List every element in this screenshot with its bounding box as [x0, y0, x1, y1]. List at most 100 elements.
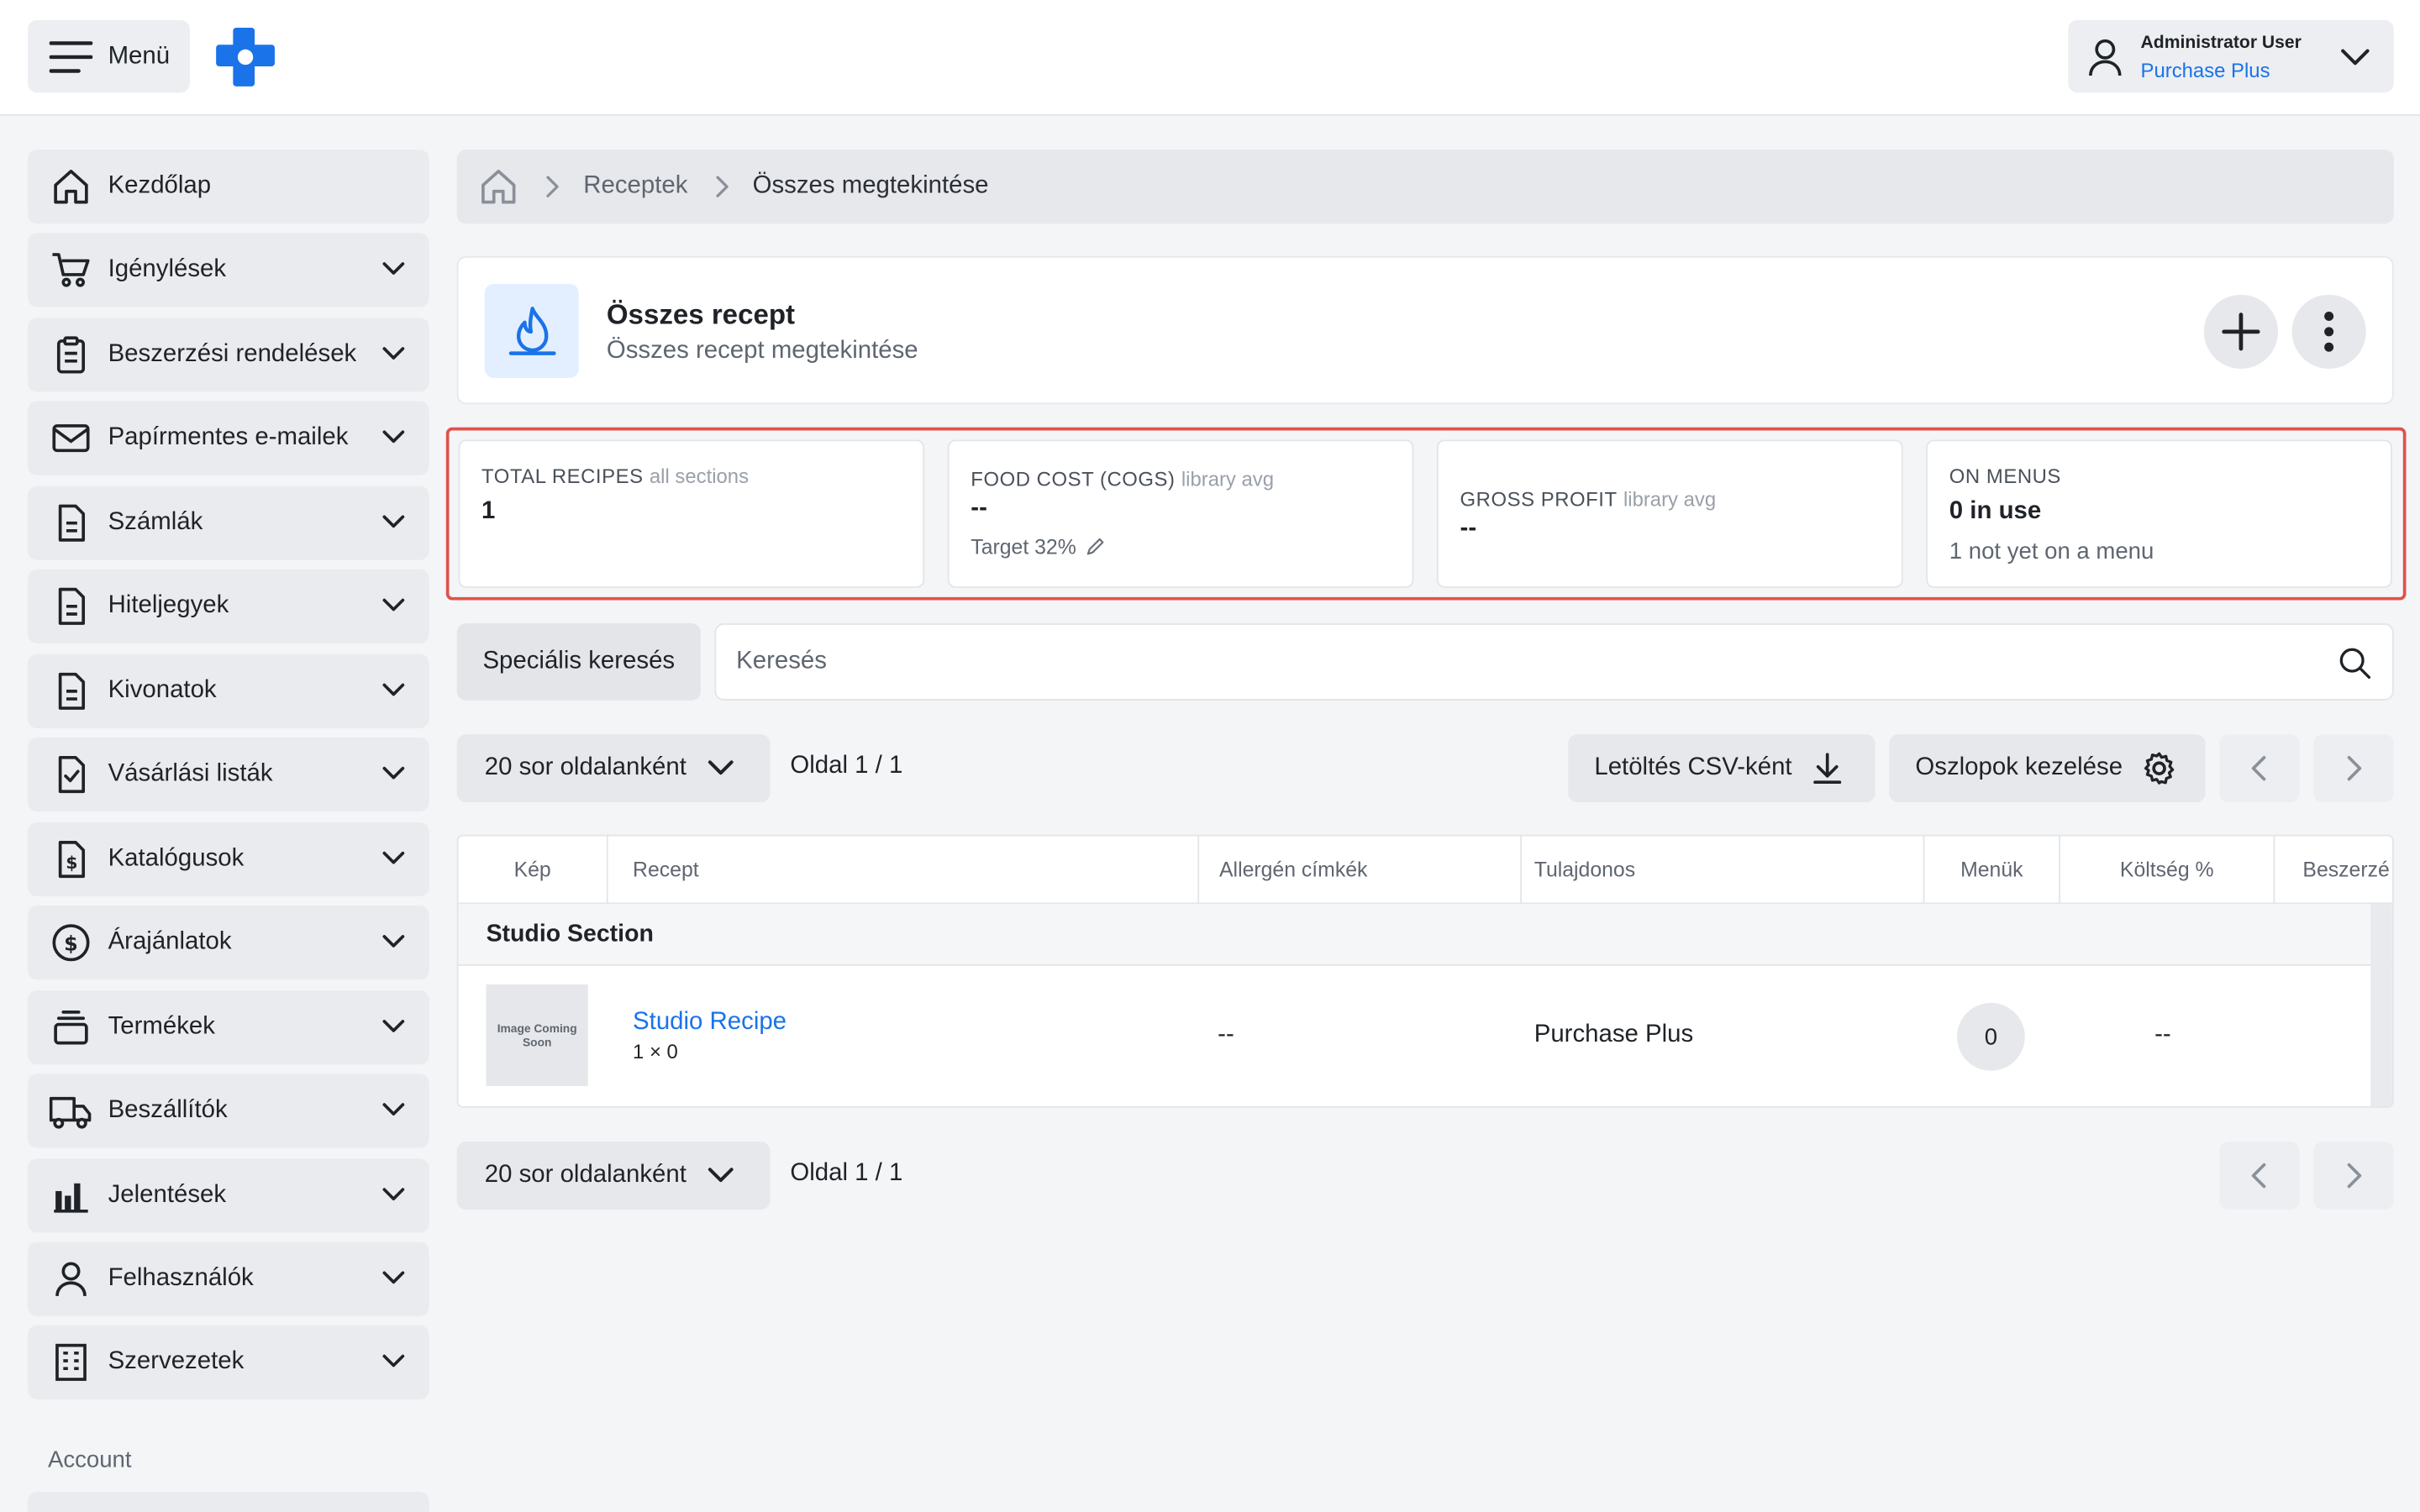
search-icon[interactable] — [2338, 647, 2372, 680]
logo-icon[interactable] — [213, 24, 277, 89]
sidebar-item-label: Jelentések — [108, 1181, 227, 1209]
kebab-menu-icon — [2323, 310, 2335, 353]
chevron-right-icon — [544, 175, 562, 199]
menu-label: Menü — [108, 42, 171, 69]
column-header-cost-percent[interactable]: Költség % — [2060, 836, 2275, 903]
next-page-button[interactable] — [2313, 734, 2394, 803]
chevron-left-icon — [2249, 754, 2270, 782]
stat-on-menus: ON MENUS 0 in use 1 not yet on a menu — [1926, 439, 2392, 588]
sidebar-item-label: Termékek — [108, 1013, 215, 1040]
user-menu[interactable]: Administrator User Purchase Plus — [2068, 19, 2394, 93]
hamburger-icon — [49, 39, 93, 73]
add-recipe-button[interactable] — [2203, 294, 2279, 369]
sidebar-item-label: Vásárlási listák — [108, 760, 273, 787]
download-csv-button[interactable]: Letöltés CSV-ként — [1568, 734, 1876, 803]
checklist-icon — [50, 753, 92, 795]
image-placeholder: Image Coming Soon — [486, 984, 588, 1087]
chevron-down-icon — [380, 1180, 408, 1208]
chevron-down-icon — [380, 423, 408, 450]
pencil-icon[interactable] — [1086, 537, 1106, 557]
svg-text:$: $ — [66, 853, 77, 873]
download-csv-label: Letöltés CSV-ként — [1594, 754, 1792, 781]
chart-icon — [50, 1174, 92, 1217]
column-header-menus[interactable]: Menük — [1924, 836, 2061, 903]
sidebar-item-suppliers[interactable]: Beszállítók — [28, 1074, 429, 1148]
user-organisation: Purchase Plus — [2140, 58, 2270, 82]
column-header-allergen-tags[interactable]: Allergén címkék — [1199, 836, 1523, 903]
sidebar-item-purchase-orders[interactable]: Beszerzési rendelések — [28, 318, 429, 392]
clipboard-icon — [50, 333, 92, 376]
sidebar-item-organisations[interactable]: Szervezetek — [28, 1325, 429, 1399]
rows-per-page-select[interactable]: 20 sor oldalanként — [456, 734, 771, 803]
target-editor[interactable]: Target 32% — [971, 535, 1105, 559]
menus-count-badge: 0 — [1956, 1002, 2025, 1071]
sidebar-item-products[interactable]: Termékek — [28, 990, 429, 1065]
next-page-button[interactable] — [2313, 1142, 2394, 1210]
chevron-down-icon — [380, 255, 408, 282]
more-options-button[interactable] — [2291, 294, 2366, 369]
previous-page-button[interactable] — [2219, 734, 2300, 803]
stat-qualifier: library avg — [1623, 487, 1717, 511]
chevron-down-icon — [380, 1012, 408, 1040]
chevron-down-icon — [380, 675, 408, 703]
gear-icon — [2141, 750, 2178, 787]
rows-per-page-select[interactable]: 20 sor oldalanként — [456, 1142, 771, 1210]
page-info: Oldal 1 / 1 — [790, 1160, 903, 1187]
section-title: Studio Section — [486, 921, 654, 948]
sidebar-item-users[interactable]: Felhasználók — [28, 1242, 429, 1316]
manage-columns-label: Oszlopok kezelése — [1915, 754, 2123, 781]
dollar-circle-icon: $ — [50, 921, 92, 964]
chevron-down-icon — [705, 1162, 736, 1189]
stat-value: 0 in use — [1949, 498, 2042, 525]
page-info: Oldal 1 / 1 — [790, 753, 903, 780]
column-header-image[interactable]: Kép — [459, 836, 608, 903]
home-icon[interactable] — [478, 166, 518, 207]
chevron-down-icon — [380, 1263, 408, 1291]
sidebar-item-home[interactable]: Kezdőlap — [28, 150, 429, 224]
cost-percent-cell: -- — [2154, 1021, 2171, 1048]
sidebar-item-label: Igénylések — [108, 255, 227, 283]
stat-label-text: GROSS PROFIT — [1460, 487, 1618, 511]
manage-columns-button[interactable]: Oszlopok kezelése — [1889, 734, 2206, 803]
chevron-down-icon — [380, 507, 408, 535]
breadcrumb-recipes[interactable]: Receptek — [583, 173, 687, 201]
sidebar-item-label: Szervezetek — [108, 1348, 245, 1375]
catalog-icon: $ — [50, 837, 92, 880]
sidebar-item-paperless-emails[interactable]: Papírmentes e-mailek — [28, 401, 429, 475]
sidebar-item-invoices[interactable]: Számlák — [28, 486, 429, 560]
chevron-down-icon — [380, 759, 408, 787]
chevron-right-icon — [713, 175, 731, 199]
column-header-recipe[interactable]: Recept — [608, 836, 1200, 903]
account-section-label: Account — [47, 1446, 132, 1474]
previous-page-button[interactable] — [2219, 1142, 2300, 1210]
sidebar-item-shopping-lists[interactable]: Vásárlási listák — [28, 737, 429, 812]
sidebar-item-account[interactable] — [28, 1492, 429, 1512]
stat-label: FOOD COST (COGS) library avg — [971, 468, 1274, 491]
chevron-down-icon — [380, 927, 408, 955]
sidebar-item-statements[interactable]: Kivonatok — [28, 654, 429, 728]
stat-label: GROSS PROFIT library avg — [1460, 487, 1717, 511]
menu-button[interactable]: Menü — [28, 19, 190, 93]
building-icon — [50, 1341, 92, 1383]
top-bar: Menü Administrator User Purchase Plus — [0, 0, 2420, 116]
column-header-procurement[interactable]: Beszerzé — [2275, 837, 2392, 903]
rows-per-page-label: 20 sor oldalanként — [484, 754, 687, 781]
svg-text:$: $ — [64, 932, 78, 955]
search-input[interactable] — [716, 624, 2322, 700]
page-header: Összes recept Összes recept megtekintése — [456, 255, 2394, 405]
products-icon — [50, 1006, 92, 1049]
download-icon — [1811, 751, 1844, 785]
sidebar-item-reports[interactable]: Jelentések — [28, 1158, 429, 1233]
advanced-search-button[interactable]: Speciális keresés — [456, 623, 701, 701]
stat-label: TOTAL RECIPES all sections — [481, 465, 749, 488]
sidebar-item-credit-notes[interactable]: Hiteljegyek — [28, 569, 429, 643]
stat-qualifier: library avg — [1181, 467, 1274, 491]
column-header-owner[interactable]: Tulajdonos — [1522, 836, 1925, 903]
sidebar-item-catalogs[interactable]: $ Katalógusok — [28, 822, 429, 897]
mail-icon — [50, 417, 92, 459]
sidebar-item-quotes[interactable]: $ Árajánlatok — [28, 906, 429, 980]
sidebar-item-label: Katalógusok — [108, 845, 245, 872]
recipe-link[interactable]: Studio Recipe — [633, 1009, 786, 1037]
chevron-down-icon — [705, 754, 736, 782]
sidebar-item-requisitions[interactable]: Igénylések — [28, 233, 429, 307]
